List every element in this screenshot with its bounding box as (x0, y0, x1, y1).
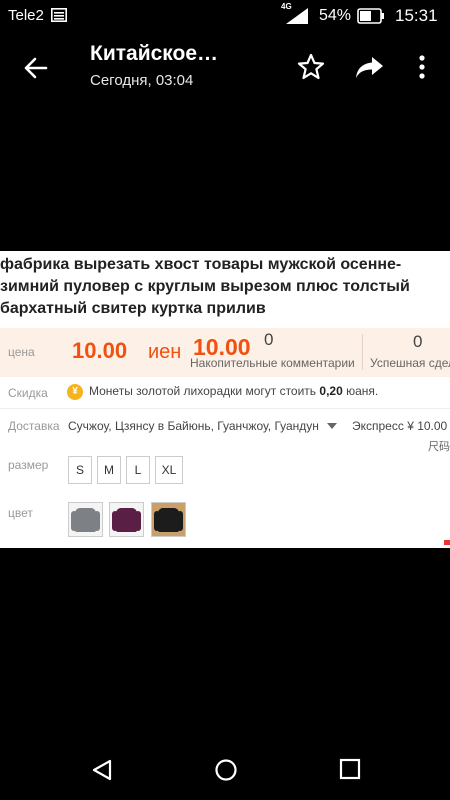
back-arrow-icon[interactable] (18, 52, 54, 84)
sweater-thumbnail (75, 508, 96, 532)
divider (362, 334, 363, 370)
battery-percent: 54% (319, 7, 352, 24)
sweater-thumbnail (94, 511, 100, 531)
edge-marker (444, 540, 450, 545)
app-bar: Китайское… Сегодня, 03:04 (0, 32, 450, 102)
sim-card-icon (51, 8, 67, 22)
deals-count: 0 (413, 332, 423, 351)
color-swatch-gray[interactable] (68, 502, 103, 537)
product-screenshot[interactable]: фабрика вырезать хвост товары мужской ос… (0, 251, 450, 548)
discount-label: Скидка (8, 386, 48, 400)
size-option[interactable]: XL (155, 456, 183, 484)
coin-icon: ¥ (67, 384, 83, 400)
discount-amount: 0,20 (319, 384, 343, 398)
divider (0, 408, 450, 409)
delivery-method: Экспресс ¥ 10.00 (352, 419, 448, 433)
size-label: размер (8, 458, 49, 472)
delivery-route: Сучжоу, Цзянсу в Байюнь, Гуанчжоу, Гуанд… (68, 419, 319, 433)
comments-count: 0 (264, 330, 274, 349)
size-option[interactable]: S (68, 456, 92, 484)
navigation-bar (0, 740, 450, 800)
price-value: 10.00 (72, 338, 128, 363)
price-currency: иен (148, 341, 182, 363)
nav-back-icon[interactable] (90, 758, 114, 782)
sweater-thumbnail (158, 508, 179, 532)
carrier-name: Tele2 (8, 7, 44, 24)
delivery-label: Доставка (8, 419, 60, 433)
size-hint: 尺码 (428, 441, 450, 453)
battery-icon (357, 8, 384, 24)
price-label: цена (8, 345, 35, 359)
price-row: цена 10.00 иен 10.00 0 Накопительные ком… (0, 328, 450, 377)
color-label: цвет (8, 506, 33, 520)
color-swatch-purple[interactable] (109, 502, 144, 537)
size-option[interactable]: M (97, 456, 121, 484)
star-icon[interactable] (296, 52, 326, 82)
page-title: Китайское… (90, 42, 219, 65)
chevron-down-icon[interactable] (327, 423, 337, 429)
deals-label: Успешная сделка (370, 356, 450, 370)
share-icon[interactable] (353, 52, 385, 82)
more-vertical-icon[interactable] (414, 52, 430, 82)
sweater-thumbnail (116, 508, 137, 532)
clock: 15:31 (395, 6, 438, 25)
discount-text: Монеты золотой лихорадки могут стоить 0,… (89, 384, 379, 398)
comments-label: Накопительные комментарии (190, 356, 355, 370)
page-subtitle: Сегодня, 03:04 (90, 72, 194, 89)
nav-recent-icon[interactable] (339, 758, 361, 780)
nav-home-icon[interactable] (214, 758, 238, 782)
sweater-thumbnail (135, 511, 141, 531)
signal-icon (286, 8, 308, 24)
size-option[interactable]: L (126, 456, 150, 484)
sweater-thumbnail (177, 511, 183, 531)
product-title: фабрика вырезать хвост товары мужской ос… (0, 256, 410, 317)
status-bar: Tele2 4G 54% 15:31 (0, 0, 450, 32)
color-swatch-black[interactable] (151, 502, 186, 537)
